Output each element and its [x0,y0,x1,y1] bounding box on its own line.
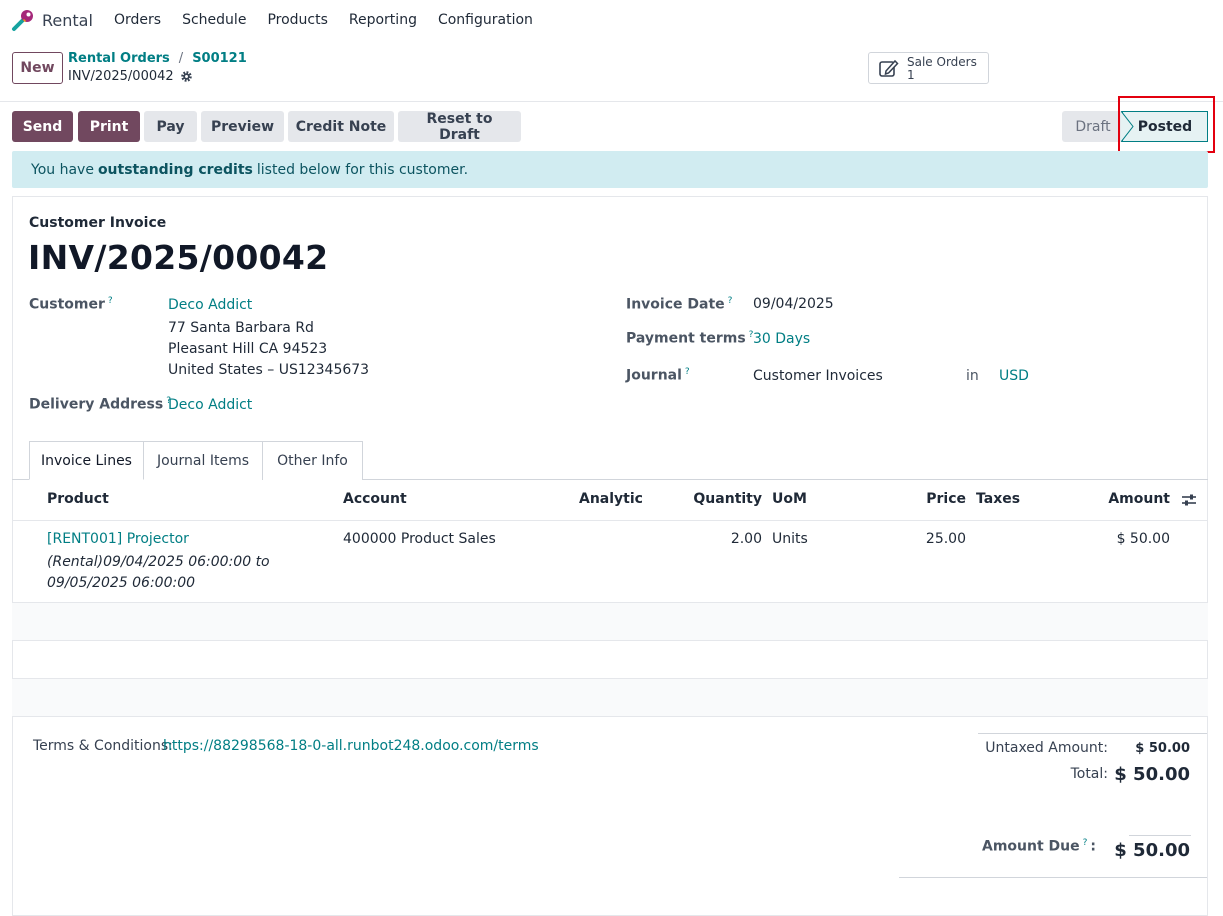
address-line-2: Pleasant Hill CA 94523 [168,341,328,357]
terms-link[interactable]: https://88298568-18-0-all.runbot248.odoo… [163,738,539,754]
pay-button[interactable]: Pay [144,111,197,142]
address-line-1: 77 Santa Barbara Rd [168,320,314,336]
record-title: INV/2025/00042 [68,69,193,84]
smart-button-label: Sale Orders [907,55,977,69]
total-value: $ 50.00 [1114,764,1190,785]
customer-label-text: Customer [29,296,105,313]
tab-invoice-lines[interactable]: Invoice Lines [29,441,144,480]
help-icon[interactable]: ? [728,296,733,306]
line-amount: $ 50.00 [1116,531,1170,547]
app-brand[interactable]: Rental [11,8,93,32]
preview-button[interactable]: Preview [201,111,284,142]
tab-other-info[interactable]: Other Info [262,441,363,480]
edit-document-icon [879,59,899,77]
column-header-taxes[interactable]: Taxes [976,491,1020,507]
amount-due-value: $ 50.00 [1114,840,1190,861]
menu-products[interactable]: Products [267,12,327,28]
credit-note-button[interactable]: Credit Note [288,111,394,142]
print-button[interactable]: Print [78,111,140,142]
table-row-divider [12,640,1208,641]
column-settings-icon[interactable] [1181,493,1197,507]
alert-prefix: You have [31,161,94,178]
control-panel-divider [0,101,1223,102]
line-description: (Rental)09/04/2025 06:00:00 to 09/05/202… [47,554,270,591]
breadcrumb: Rental Orders / S00121 [68,51,247,66]
column-header-analytic[interactable]: Analytic [579,491,643,507]
currency-link[interactable]: USD [999,368,1029,384]
currency-in-label: in [966,368,979,384]
top-navbar: Rental Orders Schedule Products Reportin… [0,0,1223,42]
column-header-price[interactable]: Price [866,491,966,507]
record-name: INV/2025/00042 [68,69,174,84]
invoice-number: INV/2025/00042 [28,238,329,277]
journal-label: Journal? [626,367,690,384]
column-header-product[interactable]: Product [47,491,109,507]
column-header-amount[interactable]: Amount [1070,491,1170,507]
totals-top-divider [978,733,1207,734]
alert-bold: outstanding credits [97,161,253,178]
sale-orders-smart-button[interactable]: Sale Orders 1 [868,52,989,84]
table-row-divider [12,716,1208,717]
untaxed-amount-value: $ 50.00 [1135,741,1190,756]
journal-value[interactable]: Customer Invoices [753,368,883,384]
line-uom: Units [772,531,808,547]
line-quantity: 2.00 [730,531,762,547]
smart-button-count: 1 [907,68,915,82]
new-button[interactable]: New [12,52,63,84]
status-draft[interactable]: Draft [1062,111,1124,142]
payment-terms-label: Payment terms? [626,330,753,347]
journal-label-text: Journal [626,367,682,384]
delivery-address-link[interactable]: Deco Addict [168,397,252,413]
gear-icon[interactable] [180,70,193,83]
invoice-date-label: Invoice Date? [626,296,732,313]
delivery-address-label: Delivery Address? [29,396,171,413]
rental-app-icon [12,10,33,31]
column-header-uom[interactable]: UoM [772,491,807,507]
empty-row[interactable] [12,679,1208,716]
breadcrumb-rental-orders[interactable]: Rental Orders [68,51,170,66]
header-divider [12,520,1208,521]
totals-bottom-divider [899,877,1207,878]
column-header-account[interactable]: Account [343,491,407,507]
column-header-quantity[interactable]: Quantity [662,491,762,507]
invoice-date-value[interactable]: 09/04/2025 [753,296,834,312]
app-name: Rental [42,10,93,30]
help-icon[interactable]: ? [108,296,113,306]
payment-terms-link[interactable]: 30 Days [753,331,810,347]
reset-to-draft-button[interactable]: Reset to Draft [398,111,521,143]
empty-row[interactable] [12,603,1208,640]
customer-link[interactable]: Deco Addict [168,297,252,313]
menu-reporting[interactable]: Reporting [349,12,417,28]
line-product-link[interactable]: [RENT001] Projector [47,531,189,547]
send-button[interactable]: Send [12,111,73,142]
document-type: Customer Invoice [29,215,167,231]
menu-configuration[interactable]: Configuration [438,12,533,28]
help-icon[interactable]: ? [685,367,690,377]
customer-label: Customer? [29,296,113,313]
address-line-3: United States – US12345673 [168,362,370,378]
menu-schedule[interactable]: Schedule [182,12,246,28]
main-menu: Orders Schedule Products Reporting Confi… [114,12,554,28]
delivery-label-text: Delivery Address [29,396,164,413]
line-account: 400000 Product Sales [343,531,496,547]
status-arrow-icon [1121,111,1134,142]
breadcrumb-sale-order[interactable]: S00121 [192,51,247,66]
alert-suffix: listed below for this customer. [256,161,469,178]
untaxed-amount-label: Untaxed Amount: [985,740,1108,756]
tab-journal-items[interactable]: Journal Items [143,441,263,480]
outstanding-credits-alert: You have outstanding credits listed belo… [12,151,1208,188]
payment-terms-label-text: Payment terms [626,330,746,347]
breadcrumb-separator: / [178,51,184,66]
amount-due-divider [1129,835,1191,836]
line-price: 25.00 [925,531,966,547]
terms-label: Terms & Conditions: [33,738,173,754]
menu-orders[interactable]: Orders [114,12,161,28]
invoice-date-label-text: Invoice Date [626,296,725,313]
